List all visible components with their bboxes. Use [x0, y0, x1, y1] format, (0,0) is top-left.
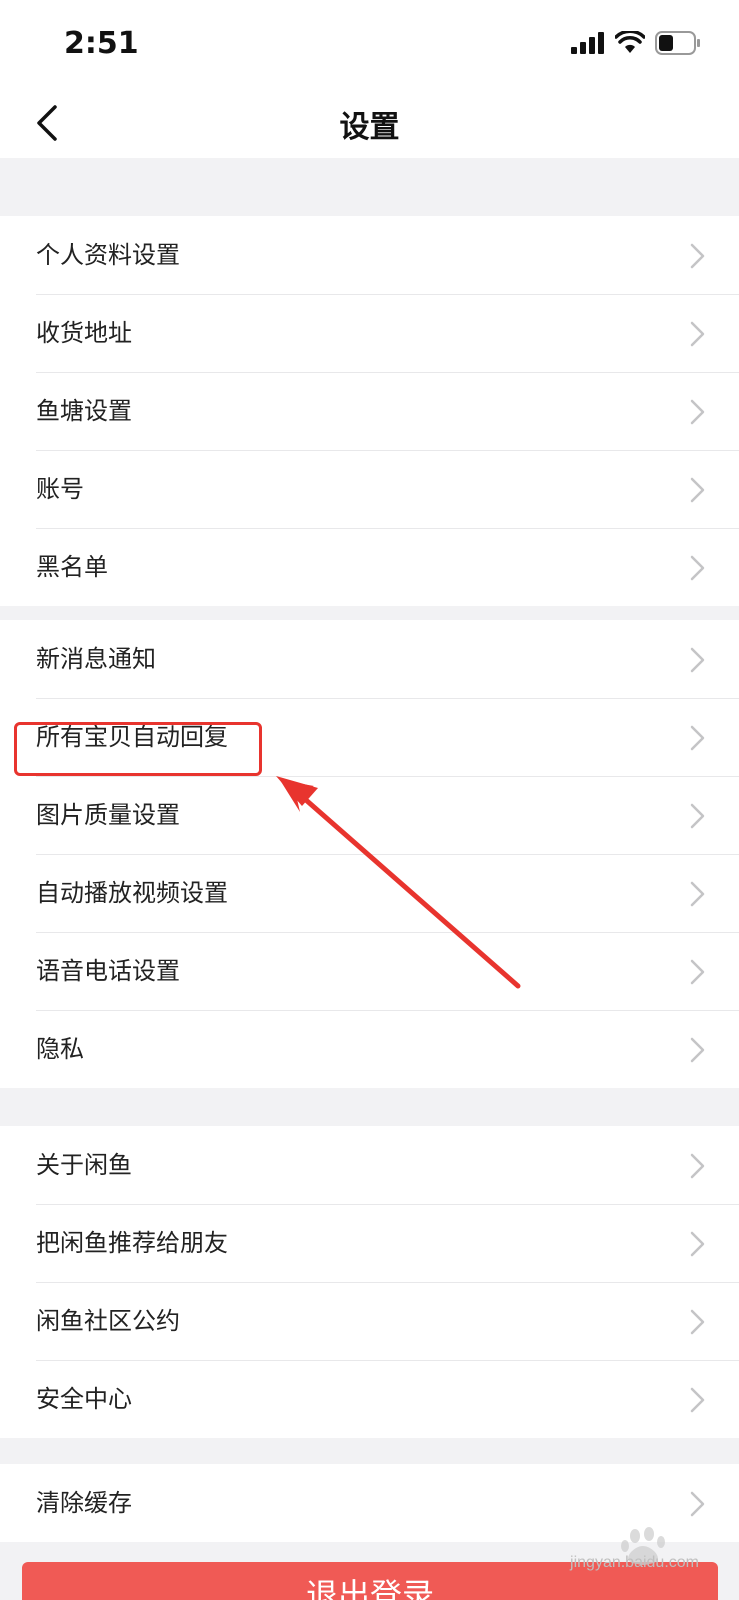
page-title: 设置 [339, 110, 400, 145]
signal-icon [571, 32, 604, 54]
chevron-right-icon [690, 881, 705, 907]
chevron-right-icon [690, 243, 705, 269]
settings-item-label: 账号 [36, 475, 84, 503]
settings-item-label: 图片质量设置 [36, 801, 180, 829]
settings-item-about[interactable]: 关于闲鱼 [0, 1126, 739, 1204]
settings-group-account: 个人资料设置 收货地址 鱼塘设置 账号 黑名单 [0, 216, 739, 606]
status-time: 2:51 [64, 26, 139, 61]
chevron-right-icon [690, 399, 705, 425]
nav-bar: 设置 [0, 88, 739, 158]
settings-item-blacklist[interactable]: 黑名单 [0, 528, 739, 606]
settings-item-autoplay-video[interactable]: 自动播放视频设置 [0, 854, 739, 932]
settings-item-recommend[interactable]: 把闲鱼推荐给朋友 [0, 1204, 739, 1282]
settings-item-label: 闲鱼社区公约 [36, 1307, 180, 1335]
settings-item-label: 个人资料设置 [36, 241, 180, 269]
chevron-right-icon [690, 477, 705, 503]
watermark-text: jingyan.baidu.com [570, 1554, 699, 1571]
chevron-right-icon [690, 1491, 705, 1517]
chevron-right-icon [690, 803, 705, 829]
chevron-right-icon [690, 1037, 705, 1063]
battery-icon [655, 31, 700, 55]
settings-item-community-rules[interactable]: 闲鱼社区公约 [0, 1282, 739, 1360]
settings-item-label: 清除缓存 [36, 1489, 132, 1517]
settings-item-label: 安全中心 [36, 1385, 132, 1413]
settings-item-voice-call[interactable]: 语音电话设置 [0, 932, 739, 1010]
chevron-right-icon [690, 555, 705, 581]
wifi-icon [615, 31, 645, 53]
settings-item-profile[interactable]: 个人资料设置 [0, 216, 739, 294]
settings-item-fishpond[interactable]: 鱼塘设置 [0, 372, 739, 450]
chevron-right-icon [690, 1153, 705, 1179]
chevron-right-icon [690, 647, 705, 673]
settings-item-label: 自动播放视频设置 [36, 879, 228, 907]
settings-group-about: 关于闲鱼 把闲鱼推荐给朋友 闲鱼社区公约 安全中心 [0, 1126, 739, 1438]
settings-item-privacy[interactable]: 隐私 [0, 1010, 739, 1088]
settings-item-image-quality[interactable]: 图片质量设置 [0, 776, 739, 854]
settings-item-label: 语音电话设置 [36, 957, 180, 985]
chevron-right-icon [690, 725, 705, 751]
settings-item-label: 关于闲鱼 [36, 1151, 132, 1179]
chevron-right-icon [690, 959, 705, 985]
chevron-right-icon [690, 1309, 705, 1335]
settings-item-label: 新消息通知 [36, 645, 156, 673]
status-bar: 2:51 [0, 0, 739, 88]
settings-item-label: 把闲鱼推荐给朋友 [36, 1229, 228, 1257]
settings-group-general: 新消息通知 所有宝贝自动回复 图片质量设置 自动播放视频设置 语音电话设置 隐私 [0, 620, 739, 1088]
chevron-right-icon [690, 1231, 705, 1257]
status-icons [571, 28, 701, 58]
settings-item-address[interactable]: 收货地址 [0, 294, 739, 372]
settings-item-notifications[interactable]: 新消息通知 [0, 620, 739, 698]
annotation-highlight-box [14, 722, 262, 776]
chevron-right-icon [690, 321, 705, 347]
chevron-right-icon [690, 1387, 705, 1413]
settings-item-label: 收货地址 [36, 319, 132, 347]
settings-item-label: 鱼塘设置 [36, 397, 132, 425]
settings-item-label: 黑名单 [36, 553, 108, 581]
settings-item-security-center[interactable]: 安全中心 [0, 1360, 739, 1438]
settings-item-account[interactable]: 账号 [0, 450, 739, 528]
settings-item-label: 隐私 [36, 1035, 84, 1063]
